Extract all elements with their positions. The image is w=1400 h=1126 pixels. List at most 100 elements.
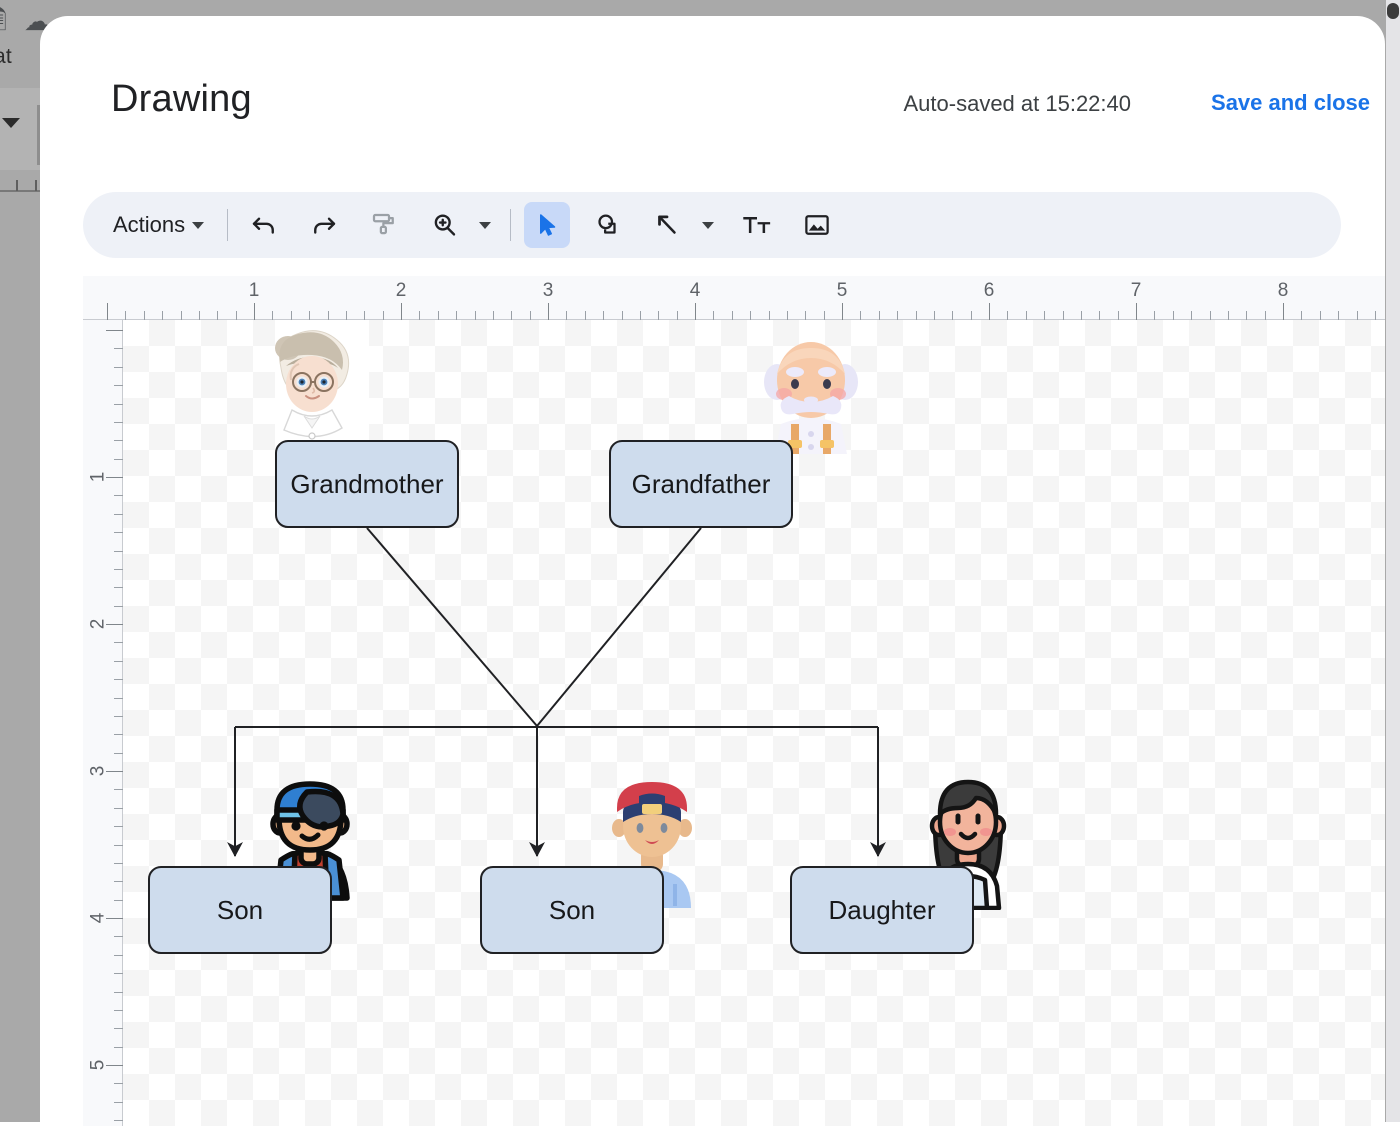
ruler-major-tick [842,303,843,320]
ruler-minor-tick [1320,311,1321,320]
undo-button[interactable] [241,202,287,248]
ruler-minor-tick [162,311,163,320]
ruler-minor-tick [114,404,123,405]
ruler-major-tick [1283,303,1284,320]
ruler-minor-tick [934,311,935,320]
menu-format-fragment[interactable]: at [0,45,12,69]
ruler-minor-tick [309,311,310,320]
ruler-minor-tick [1154,311,1155,320]
ruler-minor-tick [879,311,880,320]
ruler-minor-tick [328,311,329,320]
ruler-minor-tick [419,311,420,320]
ruler-minor-tick [677,311,678,320]
actions-menu-button[interactable]: Actions [97,202,214,248]
ruler-label: 1 [88,472,110,483]
dropdown-caret-icon[interactable] [2,118,20,128]
actions-menu-label: Actions [113,212,185,238]
ruler-minor-tick [114,679,123,680]
edge-grandmother-junction [367,528,537,726]
node-label: Son [217,895,263,926]
ruler-minor-tick [530,311,531,320]
ruler-minor-tick [114,973,123,974]
ruler-minor-tick [640,311,641,320]
node-daughter[interactable]: Daughter [790,866,974,954]
caret-down-icon [479,222,491,229]
edge-grandfather-junction [537,528,701,726]
ruler-minor-tick [475,311,476,320]
ruler-minor-tick [114,1047,123,1048]
node-grandmother[interactable]: Grandmother [275,440,459,528]
ruler-minor-tick [1099,311,1100,320]
ruler-minor-tick [438,311,439,320]
ruler-minor-tick [493,311,494,320]
ruler-minor-tick [1191,311,1192,320]
node-grandfather[interactable]: Grandfather [609,440,793,528]
ruler-minor-tick [364,311,365,320]
ruler-label: 4 [88,913,110,924]
ruler-minor-tick [952,311,953,320]
ruler-minor-tick [272,311,273,320]
ruler-minor-tick [114,532,123,533]
ruler-minor-tick [114,495,123,496]
ruler-minor-tick [1173,311,1174,320]
page-scrollbar[interactable] [1386,0,1400,1122]
image-tool[interactable] [794,202,840,248]
paint-format-button[interactable] [361,202,407,248]
ruler-minor-tick [199,311,200,320]
page-scrollbar-thumb[interactable] [1387,3,1399,19]
autosave-status: Auto-saved at 15:22:40 [904,91,1132,117]
drawing-canvas[interactable]: Grandmother Grandfather Son Son Daughter [123,320,1385,1126]
ruler-minor-tick [114,367,123,368]
ruler-minor-tick [114,955,123,956]
ruler-minor-tick [511,311,512,320]
ruler-minor-tick [824,311,825,320]
node-label: Son [549,895,595,926]
node-son-1[interactable]: Son [148,866,332,954]
ruler-minor-tick [603,311,604,320]
ruler-minor-tick [1118,311,1119,320]
ruler-major-tick [695,303,696,320]
ruler-minor-tick [750,311,751,320]
ruler-minor-tick [144,311,145,320]
ruler-minor-tick [1357,311,1358,320]
ruler-minor-tick [114,789,123,790]
ruler-major-tick [401,303,402,320]
ruler-minor-tick [585,311,586,320]
ruler-minor-tick [114,514,123,515]
grandfather-avatar[interactable] [759,328,863,454]
ruler-minor-tick [1063,311,1064,320]
ruler-minor-tick [1375,311,1376,320]
ruler-minor-tick [916,311,917,320]
text-box-tool[interactable] [734,202,780,248]
zoom-button[interactable] [421,202,467,248]
docs-ruler-tick [35,180,37,191]
ruler-minor-tick [1007,311,1008,320]
vertical-ruler: 12345 [83,320,123,1126]
ruler-minor-tick [114,1028,123,1029]
shape-tool[interactable] [584,202,630,248]
ruler-minor-tick [114,1010,123,1011]
ruler-minor-tick [713,311,714,320]
redo-button[interactable] [301,202,347,248]
ruler-minor-tick [805,311,806,320]
ruler-minor-tick [1210,311,1211,320]
ruler-label: 3 [543,280,554,302]
ruler-minor-tick [114,1120,123,1121]
line-tool[interactable] [644,202,690,248]
ruler-minor-tick [114,863,123,864]
ruler-minor-tick [114,826,123,827]
ruler-minor-tick [114,642,123,643]
save-and-close-button[interactable]: Save and close [1211,90,1370,116]
zoom-dropdown-button[interactable] [473,202,497,248]
toolbar-separator [227,209,228,241]
ruler-minor-tick [114,900,123,901]
select-tool[interactable] [524,202,570,248]
ruler-minor-tick [1265,311,1266,320]
node-label: Grandfather [632,469,771,500]
line-dropdown-button[interactable] [696,202,720,248]
ruler-label: 8 [1278,280,1289,302]
node-son-2[interactable]: Son [480,866,664,954]
dialog-header: Drawing Auto-saved at 15:22:40 Save and … [40,16,1385,192]
ruler-minor-tick [114,422,123,423]
ruler-minor-tick [1301,311,1302,320]
